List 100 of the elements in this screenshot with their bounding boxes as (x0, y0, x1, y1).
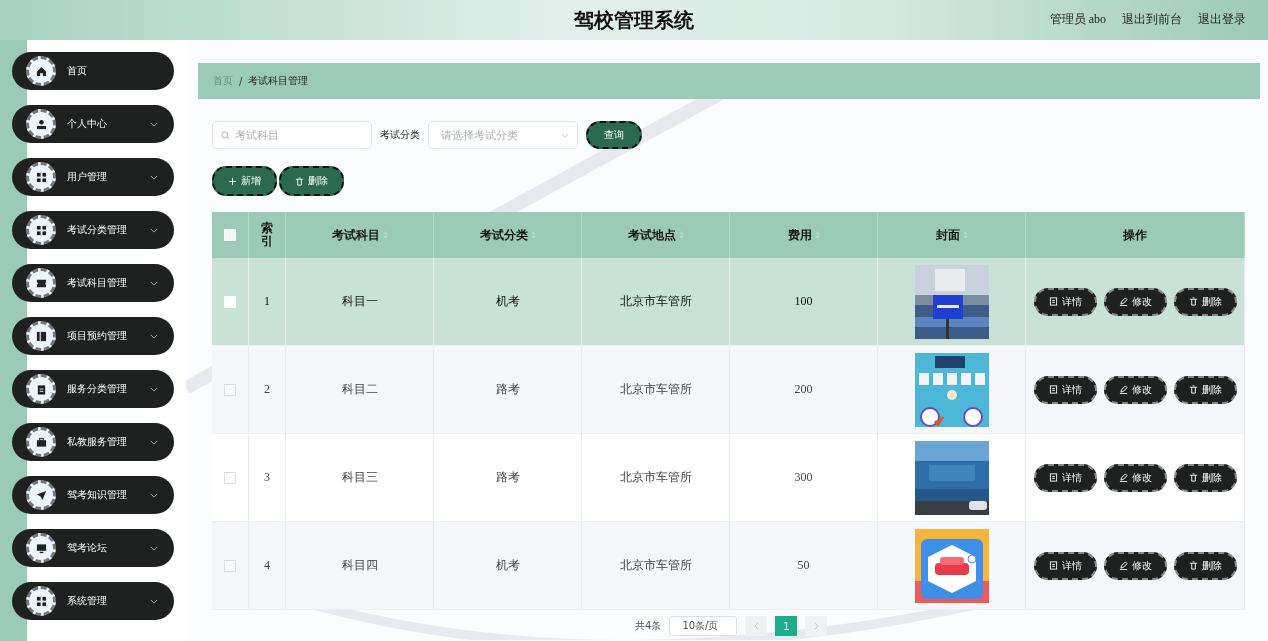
chevron-icon (150, 280, 158, 286)
menu-icon (26, 480, 56, 510)
menu-icon (26, 427, 56, 457)
menu-icon (26, 586, 56, 616)
menu-item[interactable]: 驾考论坛 (12, 529, 174, 567)
table-cell: 科目三 (341, 470, 378, 485)
table-cell: 300 (794, 470, 813, 485)
delete-button[interactable]: 删除 (1173, 375, 1237, 404)
sort-icon[interactable] (962, 231, 968, 239)
sort-icon[interactable] (530, 231, 536, 239)
header-link[interactable]: 退出登录 (1198, 11, 1246, 28)
breadcrumb-link[interactable]: 考试科目管理 (248, 74, 309, 88)
menu-icon (26, 215, 56, 245)
delete-button[interactable]: 删除 (1173, 287, 1237, 316)
menu-item[interactable]: 系统管理 (12, 582, 174, 620)
trash-icon (1188, 297, 1198, 306)
total-count: 共4条 (635, 619, 662, 633)
trash-icon (1188, 473, 1198, 482)
menu-item[interactable]: 服务分类管理 (12, 370, 174, 408)
document-icon (1048, 561, 1058, 570)
app-title: 驾校管理系统 (574, 6, 694, 34)
delete-button[interactable]: 删除 (1173, 463, 1237, 492)
table-cell: 科目四 (341, 558, 378, 573)
query-button[interactable]: 查询 (586, 121, 642, 149)
chevron-icon (150, 386, 158, 392)
pencil-icon (1118, 297, 1128, 306)
pencil-icon (1118, 561, 1128, 570)
checkbox[interactable] (224, 383, 236, 396)
previous-page-button[interactable] (745, 616, 768, 636)
edit-button[interactable]: 修改 (1103, 551, 1167, 580)
menu-item[interactable]: 驾考知识管理 (12, 476, 174, 514)
table-cell: 4 (264, 558, 270, 573)
checkbox[interactable] (224, 471, 236, 484)
menu-item[interactable]: 项目预约管理 (12, 317, 174, 355)
chevron-icon (150, 174, 158, 180)
menu-item[interactable]: 用户管理 (12, 158, 174, 196)
add-button[interactable]: 新增 (212, 166, 277, 196)
menu-icon (26, 533, 56, 563)
chevron-icon (150, 333, 158, 339)
edit-button[interactable]: 修改 (1103, 287, 1167, 316)
menu-icon (26, 321, 56, 351)
checkbox[interactable] (224, 559, 236, 572)
table-cell: 北京市车管所 (619, 558, 692, 573)
table-row[interactable]: 1 科目一 机考 北京市车管所 100 详情 修改 删除 (212, 258, 1245, 346)
chevron-icon (150, 492, 158, 498)
table-cell: 机考 (495, 558, 520, 573)
table-cell: 50 (797, 558, 810, 573)
menu-icon (26, 56, 56, 86)
table-cell: 2 (264, 382, 270, 397)
page-size-select[interactable]: 10条/页 (669, 616, 738, 636)
menu-item[interactable]: 考试分类管理 (12, 211, 174, 249)
chevron-icon (150, 598, 158, 604)
menu-item[interactable]: 首页 (12, 52, 174, 90)
user-label: 管理员 abo (1049, 11, 1106, 28)
category-select[interactable]: 请选择考试分类 (428, 121, 578, 149)
details-button[interactable]: 详情 (1033, 287, 1097, 316)
breadcrumb-separator: / (239, 75, 243, 87)
plus-icon (228, 176, 237, 186)
sort-icon[interactable] (814, 231, 820, 239)
details-button[interactable]: 详情 (1033, 375, 1097, 404)
edit-button[interactable]: 修改 (1103, 375, 1167, 404)
menu-item[interactable]: 私教服务管理 (12, 423, 174, 461)
document-icon (1048, 385, 1058, 394)
menu-icon (26, 162, 56, 192)
table-cell: 3 (264, 470, 270, 485)
table-cell: 科目二 (341, 382, 378, 397)
details-button[interactable]: 详情 (1033, 551, 1097, 580)
table-row[interactable]: 4 科目四 机考 北京市车管所 50 详情 修改 删除 (212, 522, 1245, 610)
document-icon (1048, 473, 1058, 482)
header-link[interactable]: 退出到前台 (1122, 11, 1182, 28)
chevron-icon (150, 439, 158, 445)
table-cell: 1 (264, 294, 270, 309)
search-field[interactable]: 考试科目 (212, 121, 372, 149)
search-icon (221, 131, 230, 140)
pencil-icon (1118, 473, 1128, 482)
sort-icon[interactable] (382, 231, 388, 239)
menu-icon (26, 109, 56, 139)
table-cell: 100 (794, 294, 813, 309)
details-button[interactable]: 详情 (1033, 463, 1097, 492)
edit-button[interactable]: 修改 (1103, 463, 1167, 492)
menu-icon (26, 268, 56, 298)
delete-button[interactable]: 删除 (1173, 551, 1237, 580)
table-cell: 机考 (495, 294, 520, 309)
next-page-button[interactable] (805, 616, 828, 636)
field-label: 考试分类 (380, 128, 420, 142)
delete-button[interactable]: 删除 (279, 166, 344, 196)
sort-icon[interactable] (678, 231, 684, 239)
document-icon (1048, 297, 1058, 306)
chevron-left-icon (753, 622, 759, 630)
table-cell: 200 (794, 382, 813, 397)
trash-icon (295, 176, 304, 186)
table-cell: 路考 (495, 382, 520, 397)
table-row[interactable]: 3 科目三 路考 北京市车管所 300 详情 修改 删除 (212, 434, 1245, 522)
menu-item[interactable]: 考试科目管理 (12, 264, 174, 302)
chevron-right-icon (813, 622, 819, 630)
menu-item[interactable]: 个人中心 (12, 105, 174, 143)
trash-icon (1188, 561, 1198, 570)
chevron-icon (150, 545, 158, 551)
table-cell: 路考 (495, 470, 520, 485)
table-row[interactable]: 2 科目二 路考 北京市车管所 200 详情 修改 删除 (212, 346, 1245, 434)
